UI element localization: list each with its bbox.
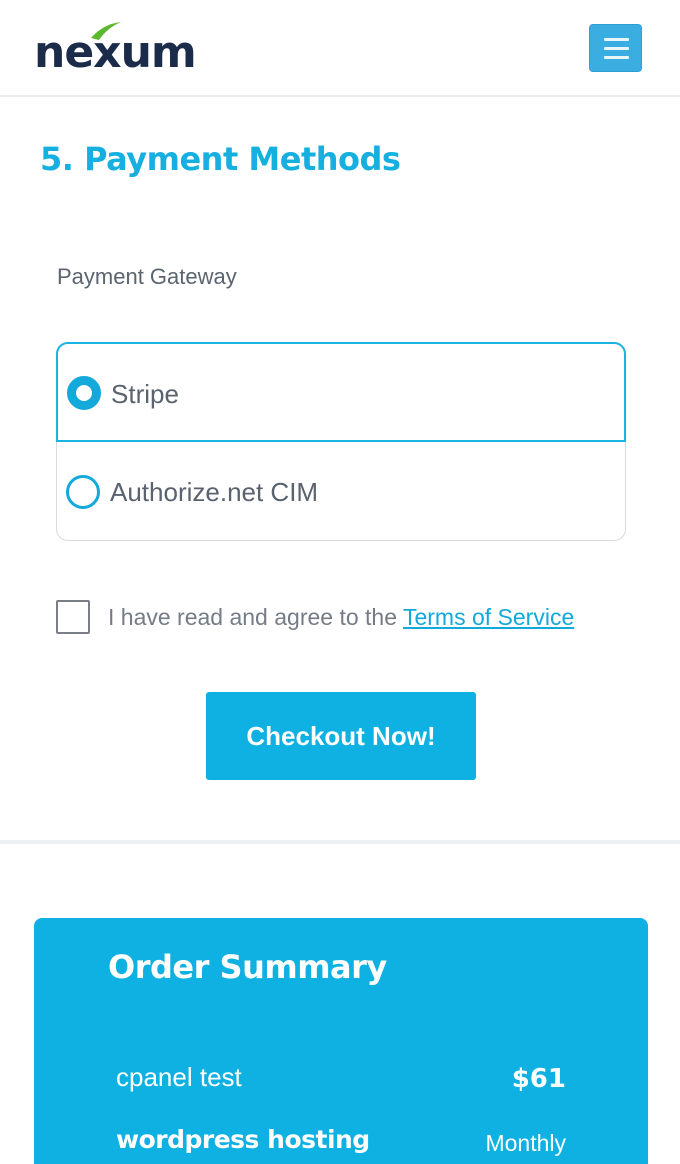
nexum-logo[interactable]: nex um	[34, 22, 197, 78]
order-summary-panel: Order Summary cpanel test $61 wordpress …	[34, 918, 648, 1164]
logo-x: x	[91, 22, 122, 78]
payment-gateway-radio-group: Stripe Authorize.net CIM	[56, 342, 626, 541]
payment-option-authorize-net[interactable]: Authorize.net CIM	[57, 442, 627, 540]
radio-unselected-icon[interactable]	[66, 475, 100, 509]
hamburger-menu-icon-bar	[604, 38, 629, 41]
payment-methods-title: 5. Payment Methods	[40, 140, 401, 178]
summary-item-billing-cycle: Monthly	[485, 1130, 566, 1156]
summary-item-price: $61	[511, 1064, 566, 1094]
site-header: nex um	[0, 0, 680, 97]
terms-checkbox[interactable]	[56, 600, 90, 634]
checkout-now-button[interactable]: Checkout Now!	[206, 692, 476, 780]
radio-selected-icon[interactable]	[67, 376, 101, 410]
hamburger-menu-button[interactable]	[589, 24, 642, 72]
terms-of-service-link[interactable]: Terms of Service	[403, 604, 574, 630]
summary-item-name: cpanel test	[116, 1062, 242, 1092]
logo-text-start: ne	[34, 27, 94, 78]
payment-option-label: Stripe	[111, 379, 179, 409]
summary-item-name: wordpress hosting	[116, 1125, 370, 1154]
hamburger-menu-icon-bar	[604, 56, 629, 59]
hamburger-menu-icon-bar	[604, 47, 629, 50]
terms-prefix-text: I have read and agree to the	[108, 604, 403, 630]
payment-gateway-label: Payment Gateway	[57, 264, 237, 289]
section-divider	[0, 840, 680, 844]
logo-swoosh-icon	[91, 22, 122, 40]
logo-text-end: um	[120, 27, 197, 78]
terms-text: I have read and agree to the Terms of Se…	[108, 604, 574, 631]
order-summary-title: Order Summary	[108, 948, 387, 986]
payment-option-label: Authorize.net CIM	[110, 477, 319, 507]
payment-option-stripe[interactable]: Stripe	[56, 342, 626, 442]
